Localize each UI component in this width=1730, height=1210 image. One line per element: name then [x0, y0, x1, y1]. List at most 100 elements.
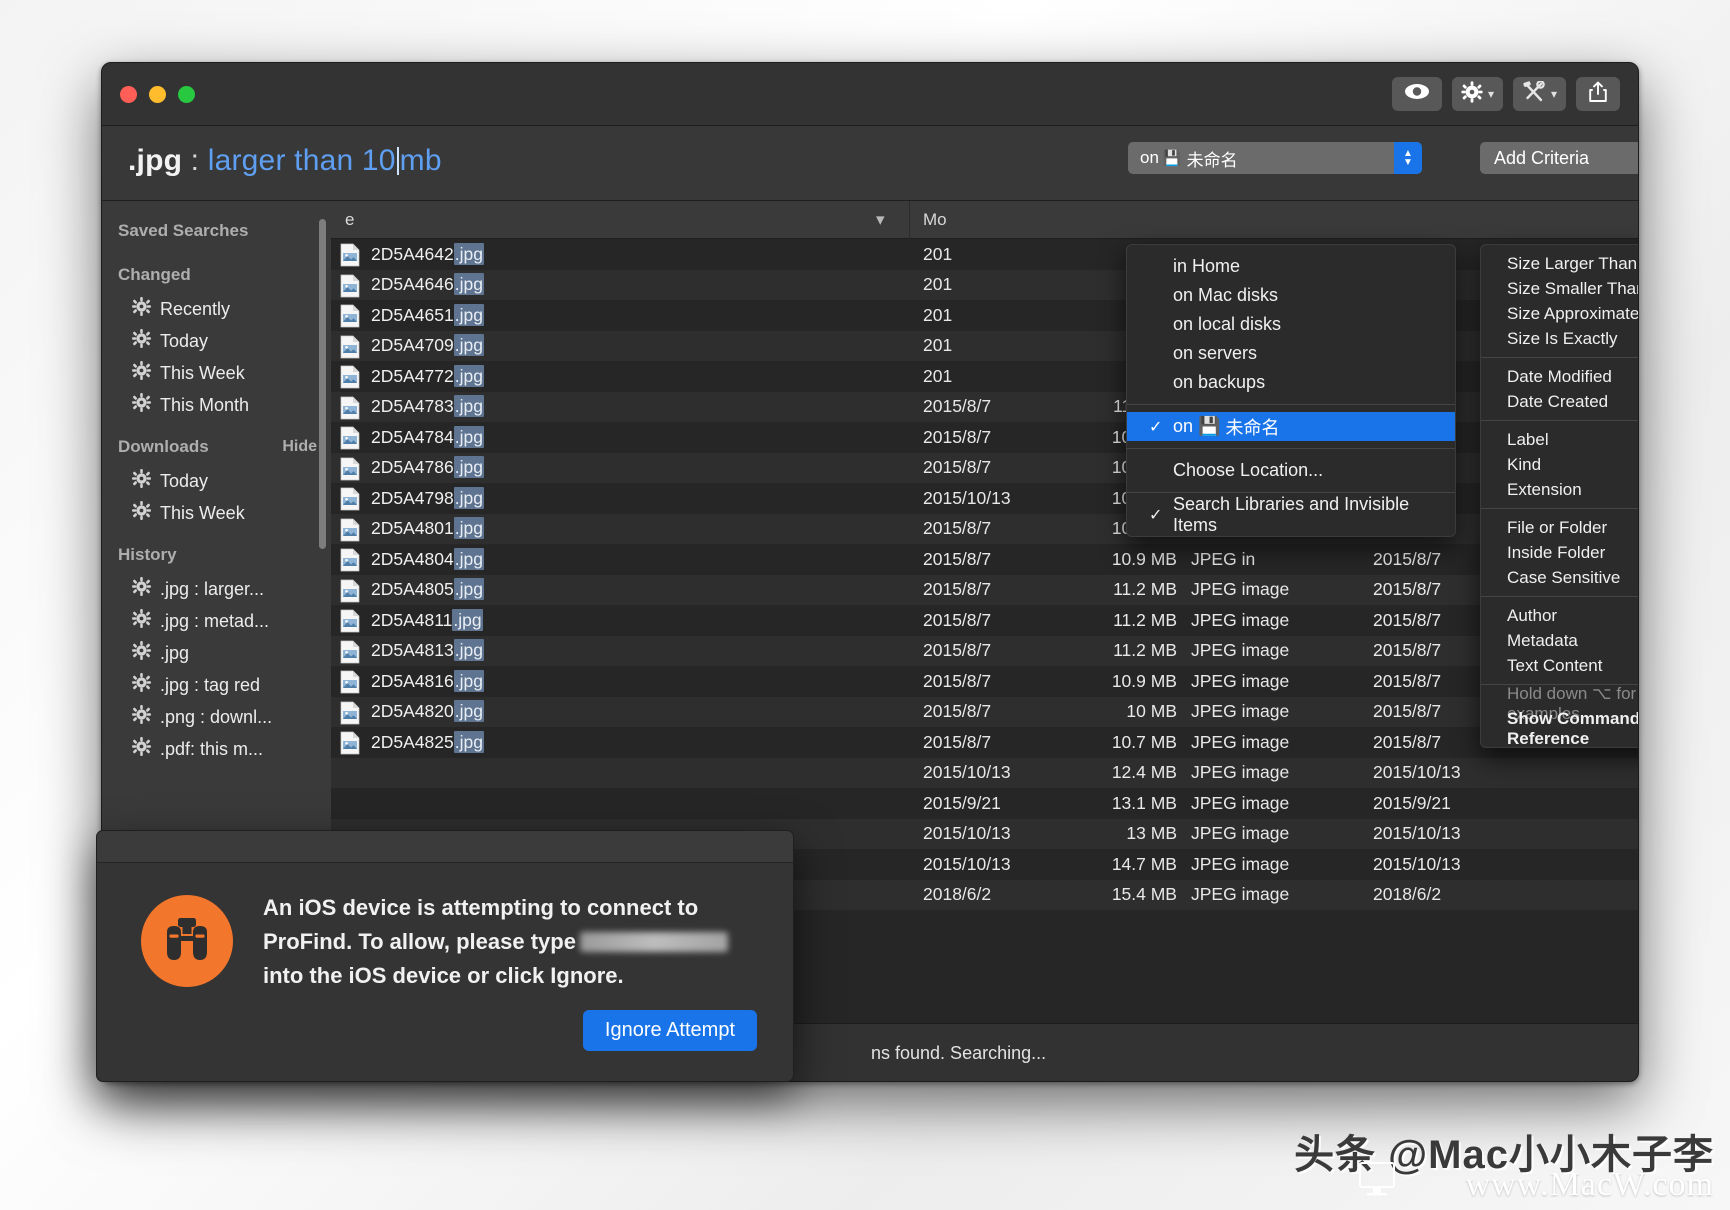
- location-menu-item[interactable]: on servers: [1127, 339, 1455, 368]
- location-menu-item[interactable]: on Mac disks: [1127, 281, 1455, 310]
- cell-modified: 2015/10/13: [923, 823, 1011, 844]
- file-basename: 2D5A4804: [371, 548, 454, 569]
- criteria-menu-item[interactable]: Size Larger Than: [1481, 251, 1638, 276]
- sidebar-item-this-month[interactable]: This Month: [102, 389, 331, 421]
- menu-separator: [1481, 420, 1638, 421]
- location-prefix: on: [1140, 148, 1159, 167]
- location-menu-item[interactable]: on backups: [1127, 368, 1455, 397]
- watermark: 头条 @Mac小小木子李 www.MacW.com: [1294, 1122, 1714, 1204]
- criteria-menu-item[interactable]: Size Approximately: [1481, 301, 1638, 326]
- sidebar-item-jpg-metad[interactable]: .jpg : metad...: [102, 605, 331, 637]
- location-menu-item-label: in Home: [1173, 256, 1241, 276]
- table-row[interactable]: 2D5A4816.jpg 2015/8/7 10.9 MB JPEG image 201…: [331, 666, 1638, 697]
- zoom-button[interactable]: [178, 86, 195, 103]
- settings-button[interactable]: ▾: [1451, 77, 1503, 111]
- criteria-menu-item[interactable]: Kind: [1481, 452, 1638, 477]
- location-menu-item[interactable]: Choose Location...: [1127, 456, 1455, 485]
- sidebar-item-label: .png : downl...: [160, 706, 273, 727]
- cell-created: 2018/6/2: [1373, 884, 1442, 905]
- file-basename: 2D5A4651: [371, 304, 454, 325]
- location-menu-item[interactable]: ✓ Search Libraries and Invisible Items: [1127, 494, 1455, 535]
- sidebar-item-label: This Week: [160, 362, 245, 383]
- sidebar-hide-button[interactable]: Hide: [282, 438, 317, 456]
- gear-icon: [132, 393, 151, 417]
- location-menu-item-label: Choose Location...: [1173, 460, 1324, 480]
- table-row[interactable]: 2D5A4805.jpg 2015/8/7 11.2 MB JPEG image 201…: [331, 574, 1638, 605]
- criteria-menu-item[interactable]: Inside Folder: [1481, 540, 1638, 565]
- cell-name: 2D5A4786.jpg: [371, 456, 484, 479]
- cell-kind: JPEG image: [1191, 762, 1290, 783]
- tools-button[interactable]: ▾: [1512, 77, 1566, 111]
- cell-size: 13 MB: [1126, 823, 1177, 844]
- sidebar-item-label: Today: [160, 470, 209, 491]
- add-criteria-dropdown-menu[interactable]: Size Larger Than Size Smaller Than Size Ap…: [1480, 244, 1638, 748]
- jpeg-file-icon: [339, 457, 361, 486]
- cell-modified: 2015/10/13: [923, 762, 1011, 783]
- cell-name: 2D5A4816.jpg: [371, 669, 484, 692]
- table-row[interactable]: 2D5A4804.jpg 2015/8/7 10.9 MB JPEG in 2015/8…: [331, 544, 1638, 575]
- column-divider[interactable]: [909, 201, 910, 239]
- location-menu-item-label: on local disks: [1173, 314, 1282, 334]
- location-menu-item[interactable]: ✓ on 💾 未命名: [1127, 412, 1455, 441]
- cell-modified: 2015/8/7: [923, 701, 992, 722]
- location-menu-item[interactable]: in Home: [1127, 252, 1455, 281]
- sidebar-item-this-week[interactable]: This Week: [102, 497, 331, 529]
- sidebar-item-jpg[interactable]: .jpg: [102, 637, 331, 669]
- sidebar-item-label: .jpg : larger...: [160, 578, 265, 599]
- add-criteria-button[interactable]: Add Criteria ▾: [1480, 142, 1638, 174]
- cell-name: 2D5A4798.jpg: [371, 486, 484, 509]
- criteria-menu-item[interactable]: Metadata: [1481, 628, 1638, 653]
- cell-kind: JPEG image: [1191, 670, 1290, 691]
- sidebar-item-jpg-tag-red[interactable]: .jpg : tag red: [102, 669, 331, 701]
- sidebar-item-jpg-larger[interactable]: .jpg : larger...: [102, 573, 331, 605]
- sidebar-item-label: .jpg : tag red: [160, 674, 261, 695]
- criteria-menu-item[interactable]: Label: [1481, 427, 1638, 452]
- cell-created: 2015/8/7: [1373, 609, 1442, 630]
- criteria-menu-item[interactable]: Text Content: [1481, 653, 1638, 678]
- stepper-arrows-icon[interactable]: ▲ ▼: [1394, 142, 1422, 174]
- table-row[interactable]: 2D5A4813.jpg 2015/8/7 11.2 MB JPEG image 201…: [331, 635, 1638, 666]
- criteria-menu-item[interactable]: Author: [1481, 603, 1638, 628]
- table-row[interactable]: 2015/9/21 13.1 MB JPEG image 2015/9/21: [331, 788, 1638, 819]
- jpeg-file-icon: [339, 335, 361, 364]
- table-row[interactable]: 2D5A4811.jpg 2015/8/7 11.2 MB JPEG image 201…: [331, 605, 1638, 636]
- cell-modified: 2015/8/7: [923, 457, 992, 478]
- sidebar-item-today[interactable]: Today: [102, 465, 331, 497]
- sidebar-item-png-downl[interactable]: .png : downl...: [102, 701, 331, 733]
- location-popup-button[interactable]: on 💾 未命名 ▲ ▼: [1128, 142, 1422, 174]
- cell-modified: 201: [923, 274, 953, 295]
- criteria-menu-item[interactable]: Size Smaller Than: [1481, 276, 1638, 301]
- criteria-menu-item[interactable]: Extension: [1481, 477, 1638, 502]
- sidebar-item-pdf-this-m[interactable]: .pdf: this m...: [102, 733, 331, 765]
- sidebar-item-recently[interactable]: Recently: [102, 293, 331, 325]
- location-menu-item[interactable]: on local disks: [1127, 310, 1455, 339]
- file-basename: 2D5A4813: [371, 640, 454, 661]
- search-query[interactable]: .jpg : larger than 10 mb: [128, 144, 442, 178]
- table-row[interactable]: 2D5A4820.jpg 2015/8/7 10 MB JPEG image 2015/…: [331, 696, 1638, 727]
- criteria-menu-item[interactable]: File or Folder: [1481, 515, 1638, 540]
- close-button[interactable]: [120, 86, 137, 103]
- sidebar-item-today[interactable]: Today: [102, 325, 331, 357]
- file-extension: .jpg: [453, 669, 484, 692]
- checkmark-icon: ✓: [1149, 418, 1163, 436]
- sidebar-item-this-week[interactable]: This Week: [102, 357, 331, 389]
- show-command-reference-item[interactable]: Show Command Reference: [1481, 709, 1638, 748]
- column-header-name[interactable]: e: [345, 210, 354, 230]
- table-row[interactable]: 2015/10/13 12.4 MB JPEG image 2015/10/13: [331, 757, 1638, 788]
- sort-chevron-icon[interactable]: ▾: [876, 210, 885, 230]
- preview-eye-button[interactable]: [1391, 77, 1442, 111]
- share-button[interactable]: [1576, 77, 1620, 111]
- location-menu-item-label: on servers: [1173, 343, 1258, 363]
- table-row[interactable]: 2D5A4825.jpg 2015/8/7 10.7 MB JPEG image 201…: [331, 727, 1638, 758]
- sidebar-scrollbar[interactable]: [319, 219, 326, 549]
- criteria-menu-item[interactable]: Size Is Exactly: [1481, 326, 1638, 351]
- criteria-menu-item[interactable]: Case Sensitive: [1481, 565, 1638, 590]
- cell-size: 10 MB: [1126, 701, 1177, 722]
- column-header-modified[interactable]: Mo: [923, 210, 947, 230]
- criteria-menu-item[interactable]: Date Modified: [1481, 364, 1638, 389]
- cell-created: 2015/8/7: [1373, 701, 1442, 722]
- location-dropdown-menu[interactable]: in Home on Mac disks on local disks on serv…: [1126, 244, 1456, 537]
- criteria-menu-item[interactable]: Date Created: [1481, 389, 1638, 414]
- ignore-attempt-button[interactable]: Ignore Attempt: [582, 1010, 757, 1051]
- minimize-button[interactable]: [149, 86, 166, 103]
